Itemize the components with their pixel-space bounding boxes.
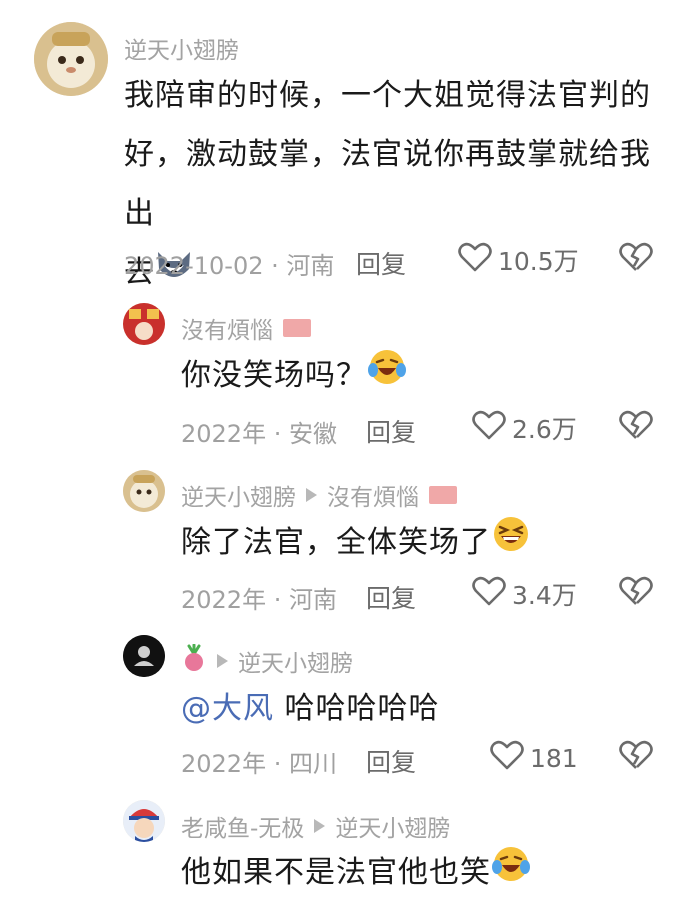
username-text[interactable]: 沒有煩惱 (181, 311, 273, 345)
like-count: 3.4万 (512, 581, 577, 610)
avatar[interactable] (123, 470, 165, 512)
like-button[interactable]: 10.5万 (458, 242, 579, 278)
avatar[interactable] (123, 800, 165, 842)
separator: · (266, 586, 289, 614)
reply-arrow-icon (217, 654, 228, 668)
reply-button[interactable]: 回复 (366, 579, 416, 615)
reply-to-name[interactable]: 逆天小翅膀 (238, 644, 353, 678)
like-button[interactable]: 181 (490, 740, 578, 776)
separator: · (266, 420, 289, 448)
comment-date: 2022年 (181, 586, 267, 614)
comment-date: 2022年 (181, 750, 267, 778)
dislike-button[interactable] (619, 576, 653, 610)
comment-text: @大风 哈哈哈哈哈 (181, 679, 440, 738)
comment-meta: 2022-10-02 · 河南 (124, 246, 334, 281)
username-text[interactable]: 逆天小翅膀 (181, 478, 296, 512)
comment-location: 安徽 (288, 420, 337, 448)
laughing-emoji-icon (491, 514, 531, 573)
like-button[interactable]: 2.6万 (472, 410, 577, 446)
comment-meta: 2022年 · 四川 (181, 744, 337, 779)
like-count: 2.6万 (512, 415, 577, 444)
comment-meta: 2022年 · 河南 (181, 580, 337, 615)
username[interactable]: 逆天小翅膀 (181, 643, 353, 678)
comment-line-text: 他如果不是法官他也笑 (181, 855, 491, 890)
flag-icon (283, 319, 311, 337)
username-text[interactable]: 老咸鱼-无极 (181, 809, 304, 843)
username-text[interactable]: 逆天小翅膀 (124, 31, 239, 65)
separator: · (266, 750, 289, 778)
username[interactable]: 沒有煩惱 (181, 311, 311, 345)
separator: · (263, 252, 287, 280)
comment-text: 除了法官，全体笑场了 (181, 513, 531, 573)
broken-heart-icon (619, 242, 653, 271)
reply-button[interactable]: 回复 (356, 245, 406, 281)
like-button[interactable]: 3.4万 (472, 576, 577, 612)
reply-button[interactable]: 回复 (366, 743, 416, 779)
comment-location: 四川 (288, 750, 337, 778)
heart-icon (472, 410, 506, 446)
comment-date: 2022年 (181, 420, 267, 448)
avatar[interactable] (34, 22, 108, 96)
comment-text: 你没笑场吗？ (181, 346, 407, 406)
comment-line: 好，激动鼓掌，法官说你再鼓掌就给我出 (124, 137, 651, 231)
broken-heart-icon (619, 410, 653, 439)
comment-line-text: 除了法官，全体笑场了 (181, 525, 491, 560)
avatar[interactable] (123, 635, 165, 677)
comment-line-text: 哈哈哈哈哈 (274, 691, 440, 726)
heart-icon (458, 242, 492, 278)
reply-to-name[interactable]: 逆天小翅膀 (335, 809, 450, 843)
dislike-button[interactable] (619, 740, 653, 774)
reply-to-name[interactable]: 沒有煩惱 (327, 478, 419, 512)
comment-meta: 2022年 · 安徽 (181, 414, 337, 449)
crying-laughing-emoji-icon (491, 844, 531, 903)
reply-arrow-icon (314, 819, 326, 833)
username[interactable]: 老咸鱼-无极 逆天小翅膀 (181, 809, 450, 843)
comment-location: 河南 (288, 586, 337, 614)
like-count: 10.5万 (498, 247, 579, 276)
dislike-button[interactable] (619, 242, 653, 276)
comment-text: 他如果不是法官他也笑 (181, 843, 531, 903)
broken-heart-icon (619, 576, 653, 605)
heart-icon (490, 740, 524, 776)
heart-icon (472, 576, 506, 612)
radish-icon (181, 643, 207, 678)
reply-button[interactable]: 回复 (366, 413, 416, 449)
crying-laughing-emoji-icon (367, 347, 407, 406)
comment-line: 我陪审的时候，一个大姐觉得法官判的 (124, 78, 651, 113)
like-count: 181 (530, 743, 578, 773)
mention-link[interactable]: @大风 (181, 691, 274, 726)
comment-date: 2022-10-02 (124, 252, 264, 280)
broken-heart-icon (619, 740, 653, 769)
comment-line-text: 你没笑场吗？ (181, 358, 367, 393)
username[interactable]: 逆天小翅膀 (124, 31, 239, 65)
flag-icon (429, 486, 457, 504)
comment-location: 河南 (286, 252, 335, 280)
username[interactable]: 逆天小翅膀 沒有煩惱 (181, 478, 457, 512)
avatar[interactable] (123, 303, 165, 345)
reply-arrow-icon (306, 488, 317, 502)
dislike-button[interactable] (619, 410, 653, 444)
